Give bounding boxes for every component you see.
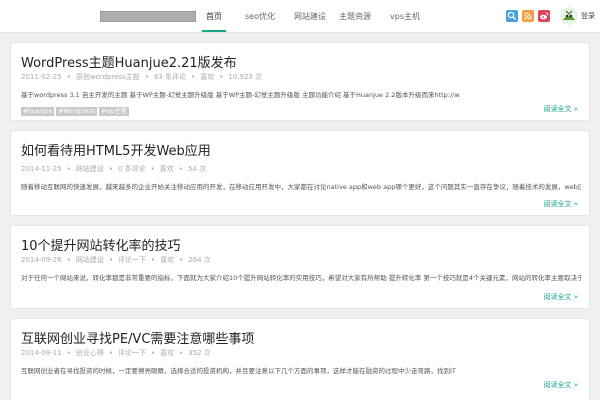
post-views: 10,923 次 — [228, 73, 263, 81]
post-excerpt: 基于wordpress 3.1 自主开发的主题 基于WP主题-幻觉主题升级版 基… — [21, 91, 460, 99]
tag-wp-theme[interactable]: #wp主题 — [98, 107, 129, 116]
post-comments[interactable]: 63 条评论 — [154, 73, 186, 81]
post-meta: 2014-11-25 • 网站建设 • 0 条评论 • 喜欢 • 54 次 — [21, 165, 207, 173]
post-excerpt: 随着移动互联网的快速发展，越来越多的企业开始关注移动应用的开发，在移动应用开发中… — [21, 183, 581, 191]
post-category[interactable]: 原创wordpress主题 — [76, 73, 140, 81]
post-title[interactable]: 10个提升网站转化率的技巧 — [21, 235, 181, 254]
nav-item-theme-resources[interactable]: 主题资源 — [335, 0, 375, 33]
avatar[interactable] — [560, 7, 578, 25]
search-input[interactable] — [100, 11, 196, 22]
post-category[interactable]: 创业心得 — [76, 349, 104, 357]
post-views: 352 次 — [188, 349, 211, 357]
post-meta: 2014-09-11 • 创业心得 • 评论一下 • 喜欢 • 352 次 — [21, 349, 211, 357]
top-navigation-bar: 首页 seo优化 网站建设 主题资源 vps主机 登录 — [0, 0, 600, 33]
tag-wordpress[interactable]: #Wordpress — [56, 107, 97, 116]
post-comments[interactable]: 评论一下 — [118, 349, 146, 357]
post-card: 互联网创业寻找PE/VC需要注意哪些事项 2014-09-11 • 创业心得 • 评论一… — [10, 318, 590, 400]
read-more-link[interactable]: 阅读全文 » — [543, 380, 578, 390]
post-date: 2014-11-25 — [21, 165, 62, 173]
weibo-icon[interactable] — [538, 10, 550, 22]
post-card: 10个提升网站转化率的技巧 2014-09-26 • 网站建设 • 评论一下 • 喜欢 • 26… — [10, 225, 590, 309]
post-comments[interactable]: 0 条评论 — [118, 165, 146, 173]
post-title[interactable]: 如何看待用HTML5开发Web应用 — [21, 140, 211, 159]
rss-icon[interactable] — [522, 10, 534, 22]
post-excerpt: 互联网创业者在寻找投资的时候，一定要擦亮眼睛，选择合适的投资机构，并且要注意以下… — [21, 367, 456, 375]
nav-item-website-building[interactable]: 网站建设 — [290, 0, 330, 33]
user-name[interactable]: 登录 — [581, 0, 595, 33]
post-excerpt: 对于任何一个网站来说，转化率都是非常重要的指标，下面就为大家介绍10个提升网站转… — [21, 274, 581, 282]
post-category[interactable]: 网站建设 — [76, 256, 104, 264]
post-likes[interactable]: 喜欢 — [160, 165, 174, 173]
post-date: 2014-09-26 — [21, 256, 62, 264]
post-meta: 2014-09-26 • 网站建设 • 评论一下 • 喜欢 • 264 次 — [21, 256, 211, 264]
post-views: 54 次 — [187, 165, 207, 173]
nav-item-home[interactable]: 首页 — [202, 0, 226, 32]
post-comments[interactable]: 评论一下 — [118, 256, 146, 264]
post-likes[interactable]: 喜欢 — [160, 256, 174, 264]
post-meta: 2011-02-25 • 原创wordpress主题 • 63 条评论 • 喜欢 • 10,92… — [21, 73, 263, 81]
post-date: 2014-09-11 — [21, 349, 62, 357]
nav-item-vps-hosting[interactable]: vps主机 — [385, 0, 425, 33]
read-more-link[interactable]: 阅读全文 » — [543, 199, 578, 209]
post-title[interactable]: WordPress主题Huanjue2.21版发布 — [21, 52, 237, 71]
post-likes[interactable]: 喜欢 — [200, 73, 214, 81]
post-likes[interactable]: 喜欢 — [160, 349, 174, 357]
post-card: WordPress主题Huanjue2.21版发布 2011-02-25 • 原创w… — [10, 42, 590, 121]
search-icon[interactable] — [506, 10, 518, 22]
read-more-link[interactable]: 阅读全文 » — [543, 292, 578, 302]
post-card: 如何看待用HTML5开发Web应用 2014-11-25 • 网站建设 • 0 条评论 •… — [10, 130, 590, 216]
post-category[interactable]: 网站建设 — [76, 165, 104, 173]
post-views: 264 次 — [188, 256, 211, 264]
nav-item-seo[interactable]: seo优化 — [240, 0, 280, 33]
read-more-link[interactable]: 阅读全文 » — [543, 104, 578, 114]
post-date: 2011-02-25 — [21, 73, 62, 81]
tag-huanjue[interactable]: #huanjue — [21, 107, 55, 116]
post-tags: #huanjue #Wordpress #wp主题 — [21, 107, 131, 117]
post-title[interactable]: 互联网创业寻找PE/VC需要注意哪些事项 — [21, 328, 254, 347]
